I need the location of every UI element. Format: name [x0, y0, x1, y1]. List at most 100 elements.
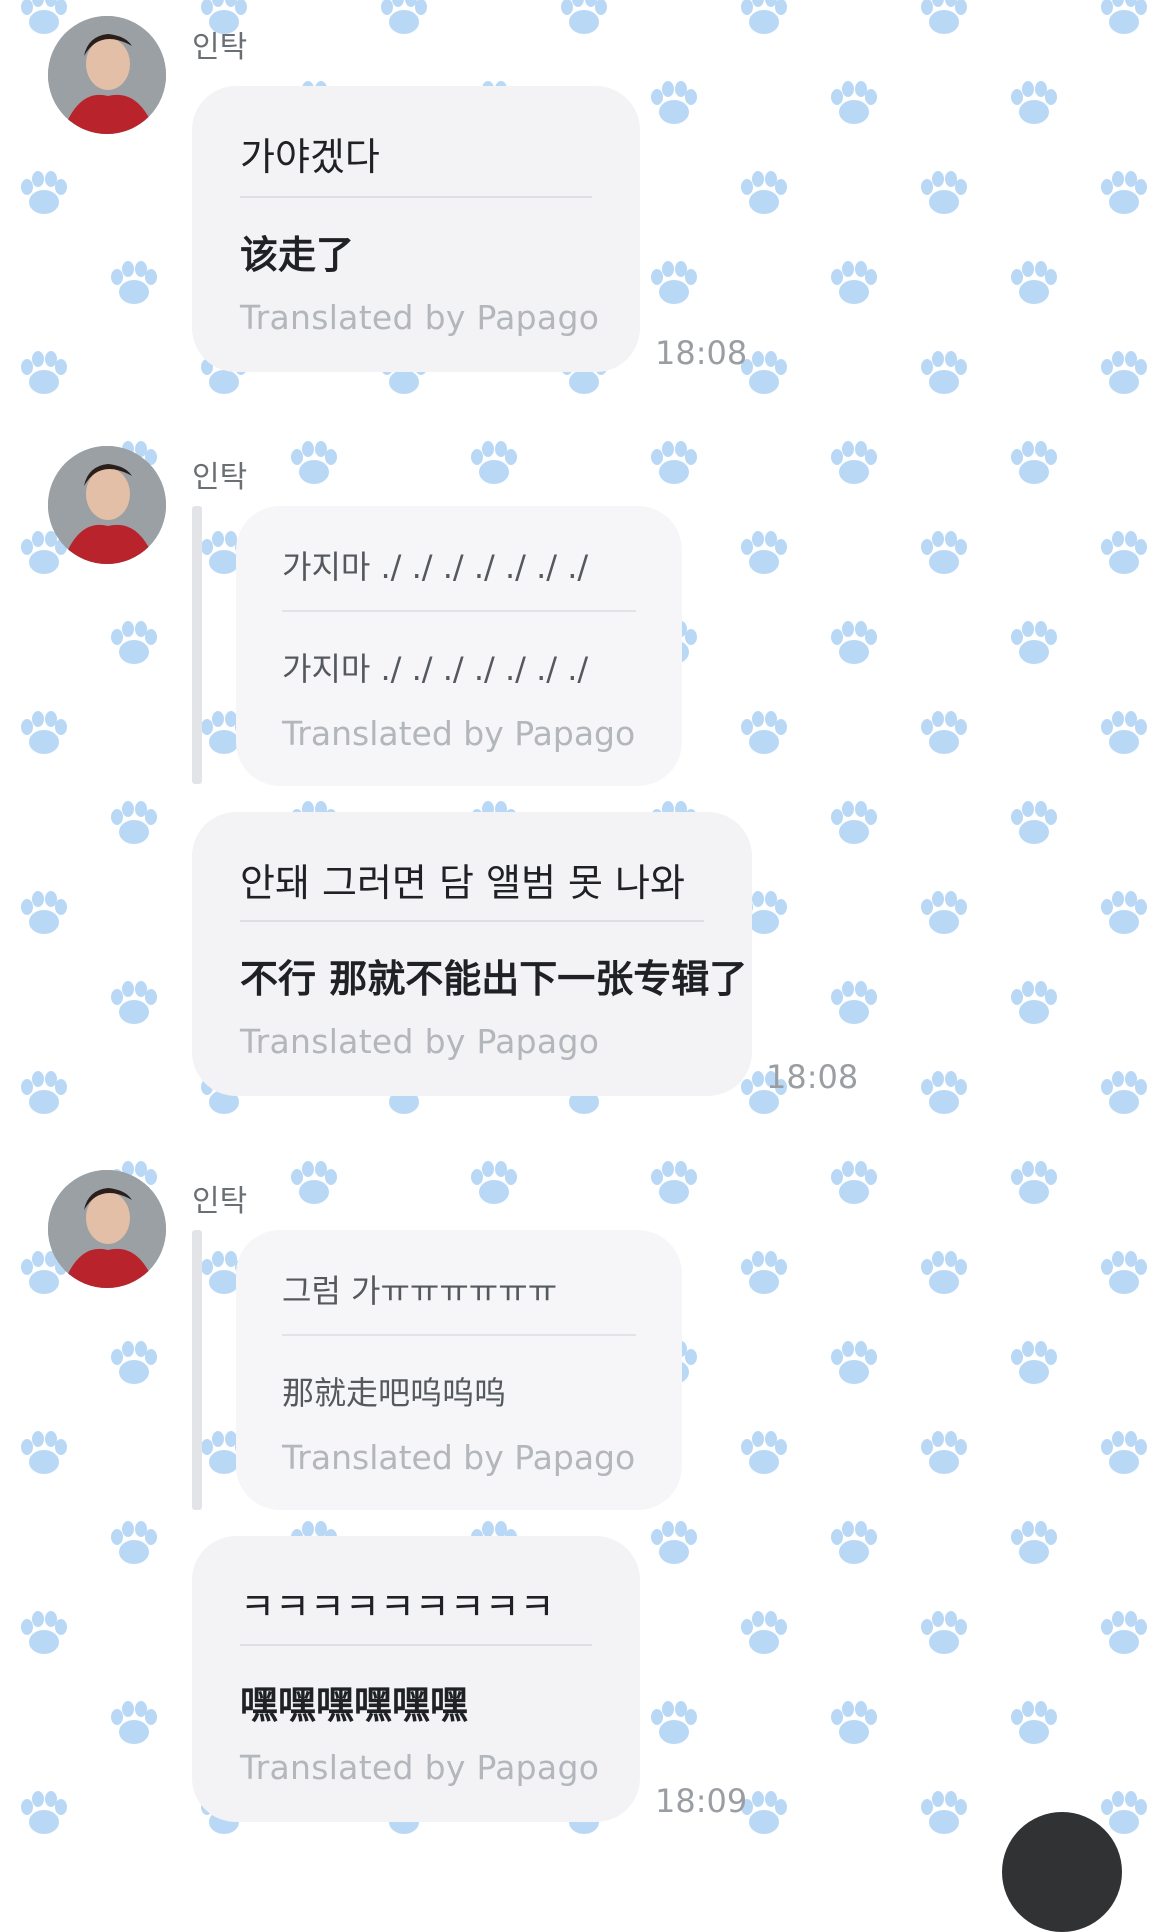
paw-icon: [21, 0, 67, 34]
paw-icon: [21, 711, 67, 754]
paw-icon: [1101, 351, 1147, 394]
paw-icon: [831, 621, 877, 664]
translated-text: 该走了: [240, 233, 355, 277]
paw-icon: [831, 981, 877, 1024]
divider: [240, 196, 592, 198]
quote-translated-text: 那就走吧呜呜呜: [282, 1374, 507, 1412]
paw-icon: [651, 1521, 697, 1564]
paw-icon: [831, 261, 877, 304]
original-text: 안돼 그러면 담 앨범 못 나와: [240, 861, 685, 905]
paw-icon: [21, 1611, 67, 1654]
paw-icon: [1101, 1791, 1147, 1834]
paw-icon: [21, 171, 67, 214]
paw-icon: [111, 1701, 157, 1744]
paw-icon: [1101, 0, 1147, 34]
paw-icon: [921, 1251, 967, 1294]
translation-credit: Translated by Papago: [240, 1022, 600, 1061]
timestamp: 18:08: [766, 1058, 859, 1096]
paw-icon: [921, 1611, 967, 1654]
paw-icon: [1101, 1611, 1147, 1654]
paw-icon: [111, 1341, 157, 1384]
paw-icon: [651, 81, 697, 124]
quote-original-text: 그럼 가ㅠㅠㅠㅠㅠㅠ: [282, 1272, 558, 1310]
paw-icon: [831, 81, 877, 124]
paw-icon: [1011, 1161, 1057, 1204]
divider: [240, 1644, 592, 1646]
paw-icon: [741, 0, 787, 34]
paw-icon: [921, 531, 967, 574]
paw-icon: [741, 711, 787, 754]
paw-icon: [1011, 1701, 1057, 1744]
paw-icon: [741, 1611, 787, 1654]
paw-icon: [561, 0, 607, 34]
paw-icon: [921, 1071, 967, 1114]
paw-icon: [291, 1161, 337, 1204]
sender-name: 인탁: [192, 30, 248, 65]
paw-icon: [471, 441, 517, 484]
paw-icon: [1011, 981, 1057, 1024]
paw-icon: [111, 1521, 157, 1564]
paw-icon: [1101, 1431, 1147, 1474]
paw-icon: [21, 1431, 67, 1474]
translation-credit: Translated by Papago: [240, 298, 600, 337]
reply-quote[interactable]: 가지마 ./ ./ ./ ./ ./ ./ ./ 가지마 ./ ./ ./ ./…: [236, 506, 682, 786]
paw-icon: [1011, 1521, 1057, 1564]
paw-icon: [651, 261, 697, 304]
paw-icon: [111, 981, 157, 1024]
paw-icon: [1011, 441, 1057, 484]
scroll-to-bottom-button[interactable]: [1002, 1812, 1122, 1932]
paw-icon: [1011, 261, 1057, 304]
paw-icon: [921, 171, 967, 214]
paw-icon: [831, 801, 877, 844]
sender-name: 인탁: [192, 1184, 248, 1219]
paw-icon: [111, 621, 157, 664]
timestamp: 18:08: [655, 334, 748, 372]
quote-translated-text: 가지마 ./ ./ ./ ./ ./ ./ ./: [282, 650, 589, 688]
avatar[interactable]: [48, 16, 166, 134]
paw-icon: [741, 531, 787, 574]
paw-icon: [291, 441, 337, 484]
timestamp: 18:09: [655, 1782, 748, 1820]
paw-icon: [921, 711, 967, 754]
paw-icon: [651, 1161, 697, 1204]
paw-icon: [831, 441, 877, 484]
paw-icon: [1011, 621, 1057, 664]
message-bubble[interactable]: ㅋㅋㅋㅋㅋㅋㅋㅋㅋ 嘿嘿嘿嘿嘿嘿 Translated by Papago: [192, 1536, 640, 1822]
reply-quote-bar: [192, 506, 202, 784]
paw-icon: [1101, 711, 1147, 754]
paw-icon: [741, 1431, 787, 1474]
paw-icon: [471, 1161, 517, 1204]
translation-credit: Translated by Papago: [282, 1438, 636, 1477]
paw-icon: [921, 891, 967, 934]
avatar[interactable]: [48, 446, 166, 564]
original-text: ㅋㅋㅋㅋㅋㅋㅋㅋㅋ: [240, 1585, 555, 1629]
paw-icon: [741, 351, 787, 394]
paw-icon: [651, 1701, 697, 1744]
reply-quote[interactable]: 그럼 가ㅠㅠㅠㅠㅠㅠ 那就走吧呜呜呜 Translated by Papago: [236, 1230, 682, 1510]
paw-icon: [921, 1791, 967, 1834]
paw-icon: [741, 171, 787, 214]
paw-icon: [1011, 801, 1057, 844]
paw-icon: [651, 441, 697, 484]
paw-icon: [741, 1791, 787, 1834]
paw-icon: [1101, 1071, 1147, 1114]
message-bubble[interactable]: 가야겠다 该走了 Translated by Papago: [192, 86, 640, 372]
paw-icon: [831, 1701, 877, 1744]
translated-text: 不行 那就不能出下一张专辑了: [240, 957, 748, 1001]
paw-icon: [831, 1161, 877, 1204]
paw-icon: [831, 1341, 877, 1384]
divider: [240, 920, 704, 922]
translation-credit: Translated by Papago: [282, 714, 636, 753]
message-bubble[interactable]: 안돼 그러면 담 앨범 못 나와 不行 那就不能出下一张专辑了 Translat…: [192, 812, 752, 1096]
paw-icon: [1011, 81, 1057, 124]
paw-icon: [21, 351, 67, 394]
divider: [282, 1334, 636, 1336]
avatar[interactable]: [48, 1170, 166, 1288]
paw-icon: [21, 891, 67, 934]
paw-icon: [921, 0, 967, 34]
paw-icon: [21, 1791, 67, 1834]
paw-icon: [21, 1071, 67, 1114]
translation-credit: Translated by Papago: [240, 1748, 600, 1787]
paw-icon: [1101, 1251, 1147, 1294]
paw-icon: [741, 1251, 787, 1294]
